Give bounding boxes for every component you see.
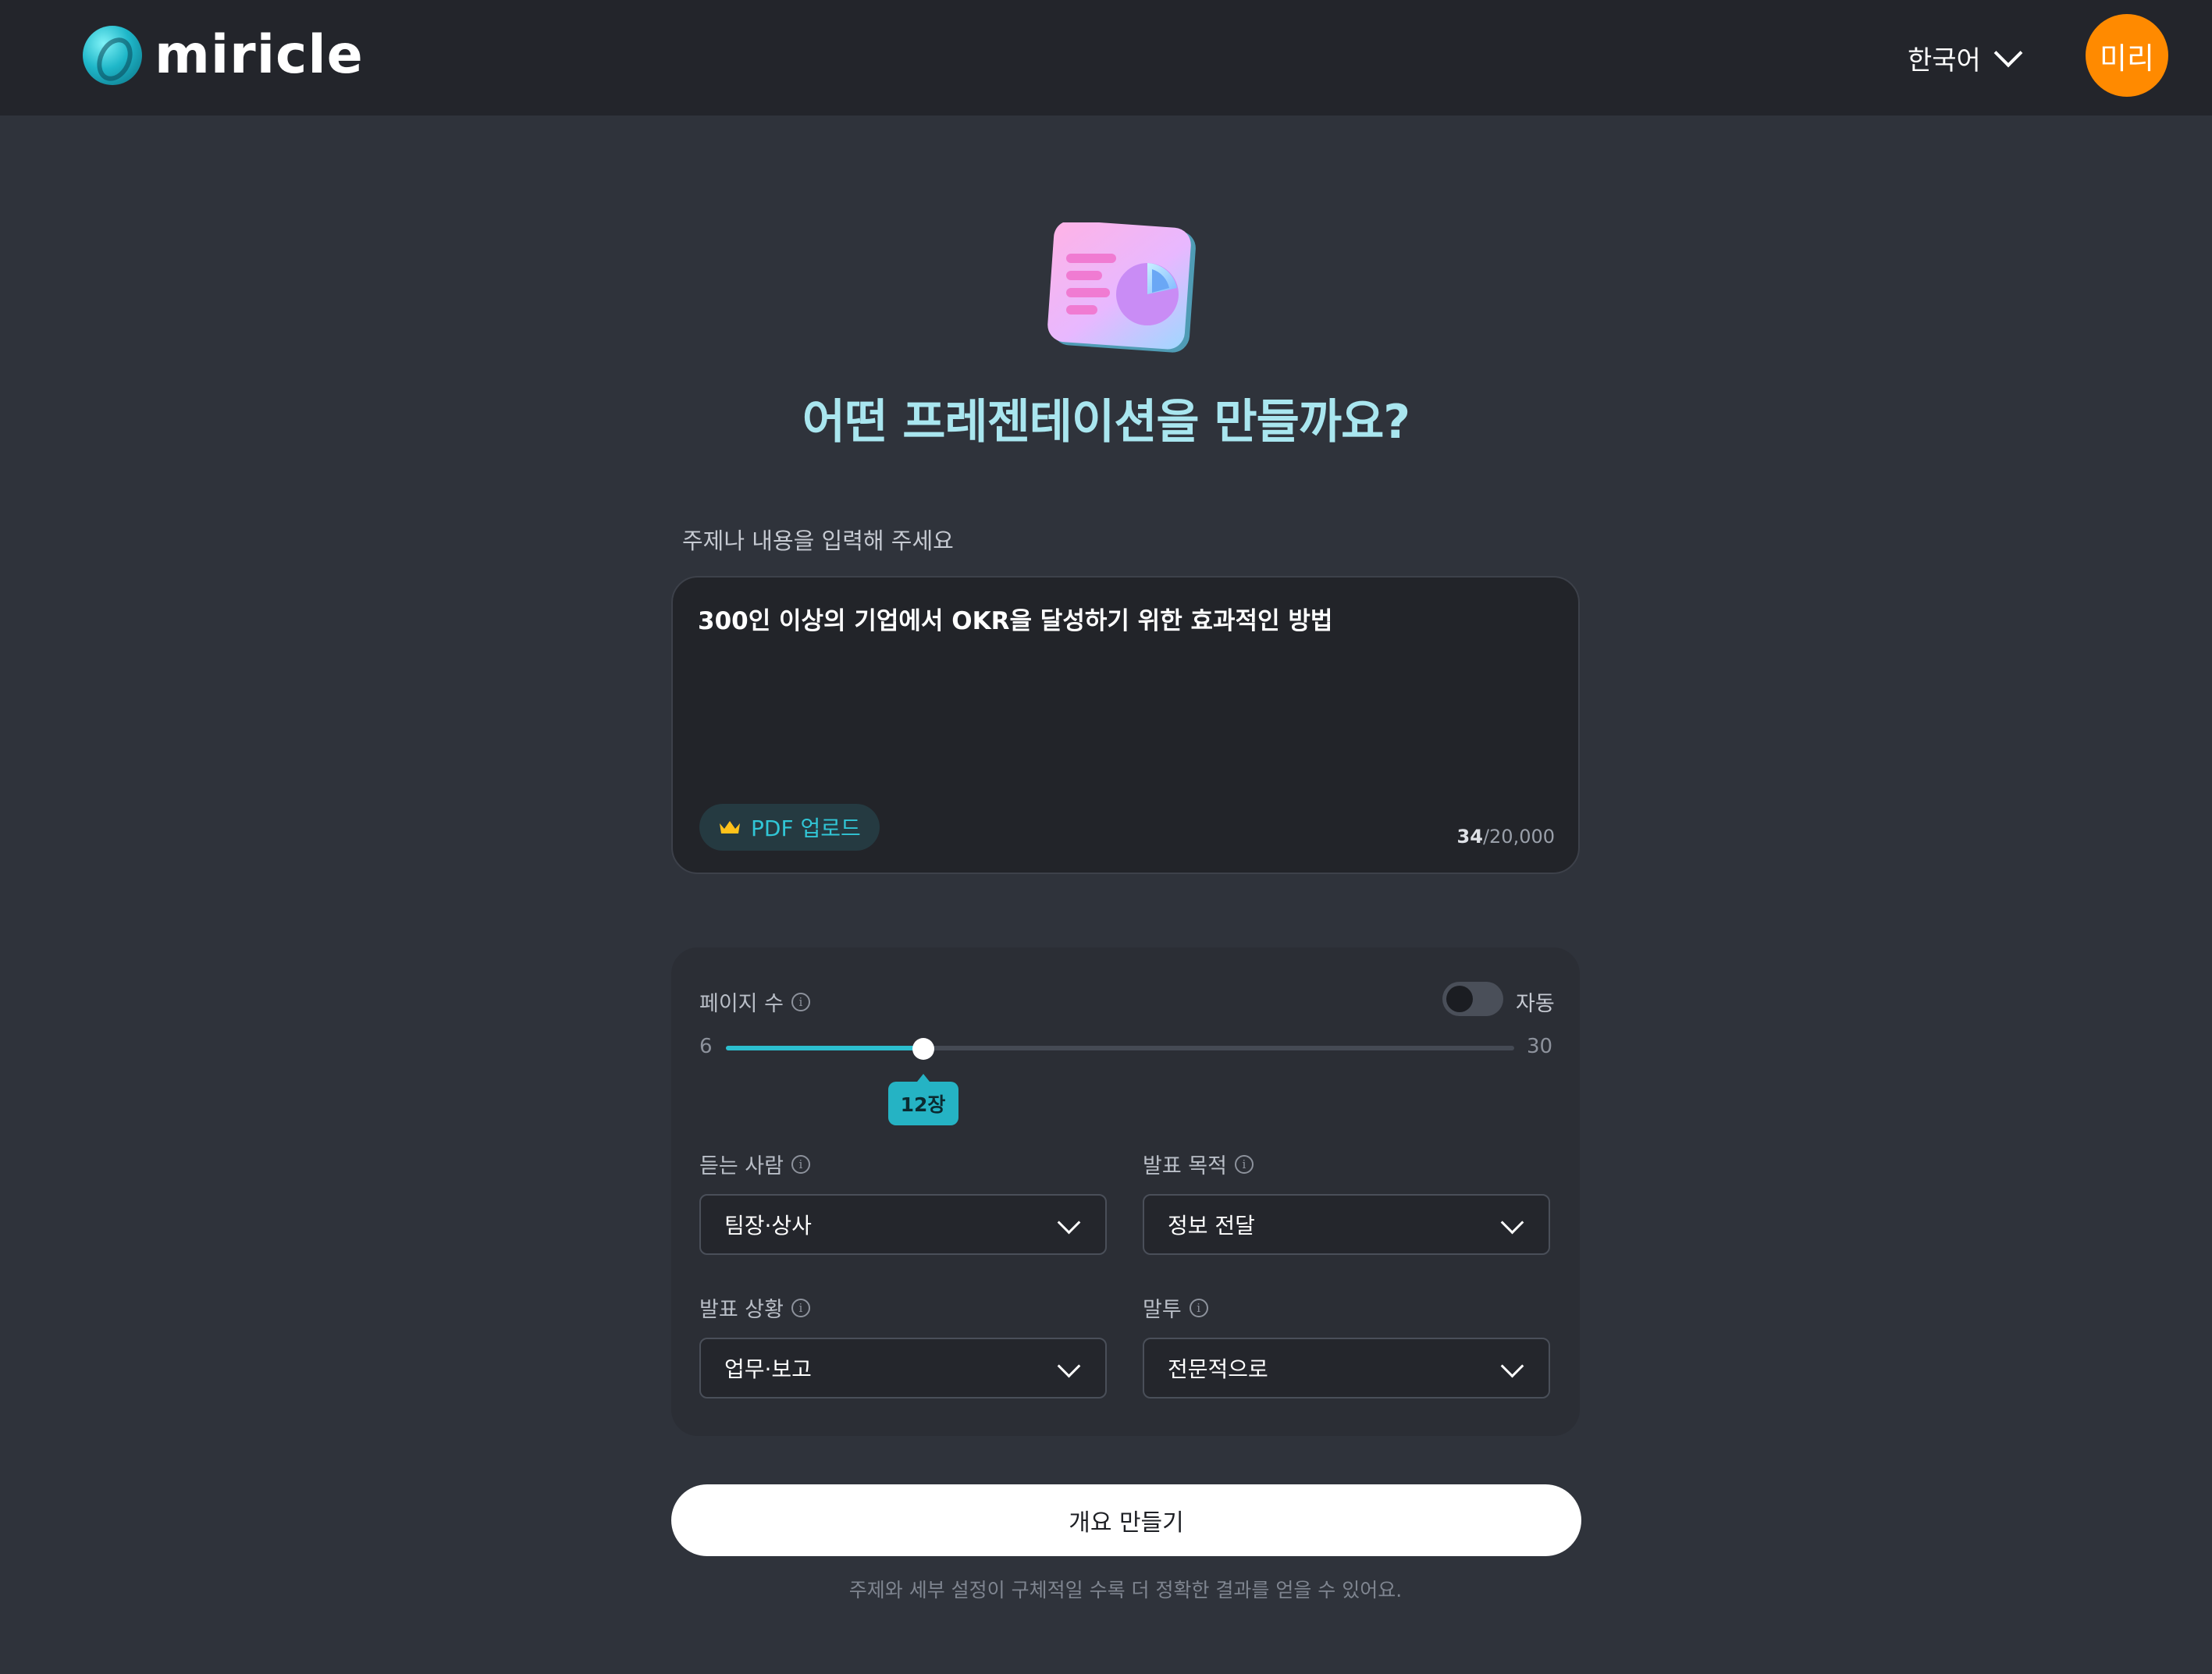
page-count-label: 페이지 수 i <box>699 986 810 1017</box>
chevron-down-icon <box>1993 38 2023 68</box>
slider-fill <box>726 1046 923 1050</box>
language-selector[interactable]: 한국어 <box>1908 34 2023 81</box>
top-bar: miricle 한국어 미리 <box>0 0 2212 116</box>
chevron-down-icon <box>1500 1354 1524 1378</box>
page-count-slider-track[interactable] <box>726 1046 1514 1050</box>
page-count-label-text: 페이지 수 <box>699 992 784 1016</box>
auto-toggle[interactable] <box>1442 982 1503 1016</box>
prompt-label: 주제나 내용을 입력해 주세요 <box>682 528 954 554</box>
info-icon[interactable]: i <box>791 992 810 1011</box>
char-count: 34 <box>1456 826 1483 848</box>
prompt-text[interactable]: 300인 이상의 기업에서 OKR을 달성하기 위한 효과적인 방법 <box>698 601 1332 636</box>
settings-panel: 페이지 수 i 자동 6 12장 30 듣는 사람 i 팀장·상사 발표 목적 … <box>671 947 1580 1436</box>
chevron-down-icon <box>1057 1210 1081 1235</box>
tone-label: 말투 i <box>1143 1292 1208 1323</box>
create-outline-button[interactable]: 개요 만들기 <box>671 1484 1581 1556</box>
slider-min-label: 6 <box>699 1035 713 1058</box>
situation-label: 발표 상황 i <box>699 1292 810 1323</box>
info-icon[interactable]: i <box>791 1154 810 1174</box>
situation-value: 업무·보고 <box>724 1356 812 1382</box>
logo-mark-icon <box>83 26 142 85</box>
tone-select[interactable]: 전문적으로 <box>1143 1338 1550 1399</box>
audience-value: 팀장·상사 <box>724 1213 812 1239</box>
logo-text: miricle <box>155 24 364 86</box>
pdf-upload-label: PDF 업로드 <box>751 816 861 841</box>
pdf-upload-button[interactable]: PDF 업로드 <box>699 804 880 851</box>
situation-label-text: 발표 상황 <box>699 1298 784 1322</box>
info-icon[interactable]: i <box>791 1298 810 1317</box>
presentation-illustration-icon <box>1047 222 1196 353</box>
purpose-value: 정보 전달 <box>1168 1213 1255 1239</box>
audience-select[interactable]: 팀장·상사 <box>699 1194 1107 1255</box>
hint-text: 주제와 세부 설정이 구체적일 수록 더 정확한 결과를 얻을 수 있어요. <box>848 1579 1403 1601</box>
info-icon[interactable]: i <box>1189 1298 1208 1317</box>
char-limit: /20,000 <box>1482 826 1555 848</box>
tone-label-text: 말투 <box>1143 1298 1182 1322</box>
chevron-down-icon <box>1057 1354 1081 1378</box>
prompt-textarea[interactable]: 300인 이상의 기업에서 OKR을 달성하기 위한 효과적인 방법 PDF 업… <box>671 576 1580 874</box>
purpose-select[interactable]: 정보 전달 <box>1143 1194 1550 1255</box>
logo[interactable]: miricle <box>83 26 364 85</box>
audience-label: 듣는 사람 i <box>699 1149 810 1179</box>
language-label: 한국어 <box>1908 44 1981 76</box>
auto-toggle-label: 자동 <box>1516 992 1555 1016</box>
slider-thumb[interactable] <box>912 1038 934 1060</box>
purpose-label: 발표 목적 i <box>1143 1149 1254 1179</box>
chevron-down-icon <box>1500 1210 1524 1235</box>
tone-value: 전문적으로 <box>1168 1356 1268 1382</box>
slider-value-tooltip: 12장 <box>887 1074 958 1125</box>
slider-max-label: 30 <box>1527 1035 1553 1058</box>
info-icon[interactable]: i <box>1234 1154 1254 1174</box>
toggle-knob <box>1446 986 1473 1012</box>
char-counter: 34/20,000 <box>1457 826 1555 848</box>
crown-icon <box>720 821 740 833</box>
page-title: 어떤 프레젠테이션을 만들까요? <box>802 395 1410 450</box>
purpose-label-text: 발표 목적 <box>1143 1154 1227 1178</box>
audience-label-text: 듣는 사람 <box>699 1154 784 1178</box>
avatar[interactable]: 미리 <box>2086 14 2168 97</box>
situation-select[interactable]: 업무·보고 <box>699 1338 1107 1399</box>
